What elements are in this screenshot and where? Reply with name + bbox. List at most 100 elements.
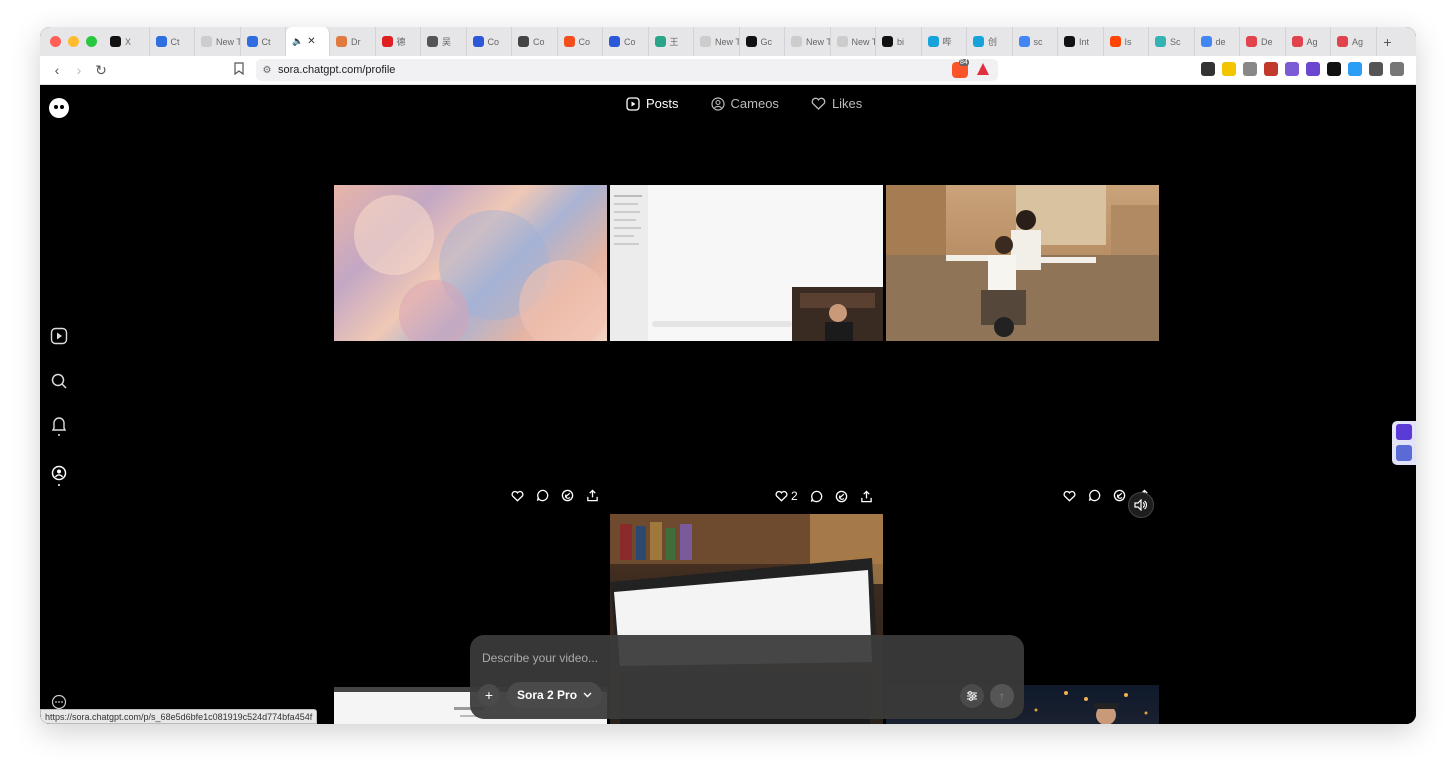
tab-cameos[interactable]: Cameos xyxy=(710,96,779,111)
audio-playing-icon[interactable]: 🔈 xyxy=(292,36,303,47)
close-window-button[interactable] xyxy=(50,36,61,47)
forward-icon[interactable]: › xyxy=(68,62,90,78)
post-card-2[interactable] xyxy=(610,185,883,341)
browser-tab[interactable]: 吴 xyxy=(421,27,467,56)
tab-likes[interactable]: Likes xyxy=(811,96,862,111)
browser-tab[interactable]: Ct xyxy=(241,27,286,56)
tab-favicon-icon xyxy=(246,36,258,47)
extension-icon[interactable] xyxy=(1327,62,1341,76)
tab-favicon-icon xyxy=(110,36,121,47)
browser-tab[interactable]: New Ta xyxy=(785,27,831,56)
like-heart-icon[interactable]: 2 xyxy=(775,489,798,503)
browser-tab[interactable]: Ag xyxy=(1286,27,1331,56)
extension-icon[interactable] xyxy=(1285,62,1299,76)
browser-tab[interactable]: 德 xyxy=(376,27,421,56)
like-heart-icon[interactable] xyxy=(1063,490,1076,502)
model-selector[interactable]: Sora 2 Pro xyxy=(507,682,603,708)
new-tab-button[interactable]: + xyxy=(1377,34,1399,50)
post-card-3[interactable] xyxy=(886,185,1159,341)
browser-tab[interactable]: De xyxy=(1240,27,1286,56)
browser-tab[interactable]: sc xyxy=(1013,27,1058,56)
extension-icon[interactable] xyxy=(1201,62,1215,76)
extension-icon[interactable] xyxy=(1390,62,1404,76)
active-browser-tab[interactable]: 🔈 ✕ xyxy=(286,27,330,56)
settings-sliders-icon[interactable] xyxy=(960,684,984,708)
reload-icon[interactable]: ↻ xyxy=(90,62,112,79)
remix-icon[interactable] xyxy=(835,490,848,503)
like-heart-icon[interactable] xyxy=(511,490,524,502)
translate-chat-icon[interactable] xyxy=(1396,424,1412,440)
browser-tab[interactable]: New Ta xyxy=(195,27,241,56)
browser-tab[interactable]: Ct xyxy=(150,27,195,56)
tab-label: Dr xyxy=(351,36,361,47)
post-card-1[interactable] xyxy=(334,185,607,341)
post-thumbnail-chatgpt-screen xyxy=(610,185,883,341)
browser-tab[interactable]: 创 xyxy=(967,27,1013,56)
browser-tab[interactable]: New Ta xyxy=(694,27,740,56)
tab-favicon-icon xyxy=(700,36,711,47)
browser-tab[interactable]: Ag xyxy=(1331,27,1377,56)
browser-tab[interactable]: Co xyxy=(603,27,649,56)
tab-label: X xyxy=(125,36,132,47)
tab-posts[interactable]: Posts xyxy=(626,96,679,111)
site-settings-icon[interactable]: ⚙ xyxy=(256,65,278,76)
sound-on-icon[interactable] xyxy=(1128,492,1154,518)
brave-shields-icon[interactable]: 84 xyxy=(952,59,969,78)
browser-tab[interactable]: Sc xyxy=(1149,27,1195,56)
browser-tab[interactable]: Gc xyxy=(740,27,785,56)
url-text: sora.chatgpt.com/profile xyxy=(278,64,396,76)
browser-window: XCtNew TaCt🔈✕Dr德吴CoCoCoCo王New TaGcNew Ta… xyxy=(40,27,1416,724)
remix-icon[interactable] xyxy=(1113,489,1126,502)
extension-icon[interactable] xyxy=(1222,62,1236,76)
browser-tab[interactable]: Co xyxy=(467,27,512,56)
bookmark-icon[interactable] xyxy=(234,62,244,80)
minimize-window-button[interactable] xyxy=(68,36,79,47)
feed-play-icon[interactable] xyxy=(49,326,69,346)
profile-icon[interactable] xyxy=(49,465,69,486)
extension-icon[interactable] xyxy=(1264,62,1278,76)
comment-icon[interactable] xyxy=(810,490,823,503)
notifications-bell-icon[interactable] xyxy=(49,416,69,436)
browser-tab[interactable]: New Ta xyxy=(831,27,876,56)
extension-icon[interactable] xyxy=(1348,62,1362,76)
close-tab-icon[interactable]: ✕ xyxy=(307,36,315,47)
translate-icon[interactable] xyxy=(1396,445,1412,461)
tab-label: Ct xyxy=(170,36,180,47)
add-attachment-button[interactable]: + xyxy=(478,684,500,706)
send-arrow-icon[interactable]: ↑ xyxy=(990,684,1014,708)
tab-label: Gc xyxy=(760,36,773,47)
remix-icon[interactable] xyxy=(561,489,574,502)
tab-favicon-icon xyxy=(1291,36,1303,47)
post-thumbnail-piazza-scooter xyxy=(886,185,1159,341)
browser-tab[interactable]: 哔 xyxy=(922,27,967,56)
window-controls xyxy=(40,36,104,47)
link-status-bar: https://sora.chatgpt.com/p/s_68e5d6bfe1c… xyxy=(40,709,318,724)
search-icon[interactable] xyxy=(49,371,69,391)
extension-icon[interactable] xyxy=(1306,62,1320,76)
tab-favicon-icon xyxy=(427,36,438,47)
extension-icon[interactable] xyxy=(1243,62,1257,76)
tab-bar: XCtNew TaCt🔈✕Dr德吴CoCoCoCo王New TaGcNew Ta… xyxy=(40,27,1416,56)
browser-tab[interactable]: bi xyxy=(876,27,922,56)
describe-video-input[interactable] xyxy=(482,649,982,667)
tab-label: Is xyxy=(1124,36,1132,47)
brave-rewards-icon[interactable] xyxy=(976,62,990,81)
back-icon[interactable]: ‹ xyxy=(46,62,68,78)
browser-tab[interactable]: X xyxy=(104,27,150,56)
browser-tab[interactable]: Int xyxy=(1058,27,1104,56)
share-icon[interactable] xyxy=(586,489,599,502)
comment-icon[interactable] xyxy=(1088,489,1101,502)
browser-tab[interactable]: Co xyxy=(512,27,558,56)
browser-tab[interactable]: Co xyxy=(558,27,603,56)
browser-tab[interactable]: de xyxy=(1195,27,1240,56)
browser-tab[interactable]: 王 xyxy=(649,27,694,56)
address-bar[interactable]: ⚙ sora.chatgpt.com/profile xyxy=(256,59,998,81)
browser-tab[interactable]: Dr xyxy=(330,27,376,56)
comment-icon[interactable] xyxy=(536,489,549,502)
extension-icon[interactable] xyxy=(1369,62,1383,76)
browser-tab[interactable]: Is xyxy=(1104,27,1149,56)
zoom-window-button[interactable] xyxy=(86,36,97,47)
share-icon[interactable] xyxy=(860,489,873,503)
sora-logo-icon[interactable] xyxy=(49,98,69,118)
tab-label: 王 xyxy=(669,37,679,47)
